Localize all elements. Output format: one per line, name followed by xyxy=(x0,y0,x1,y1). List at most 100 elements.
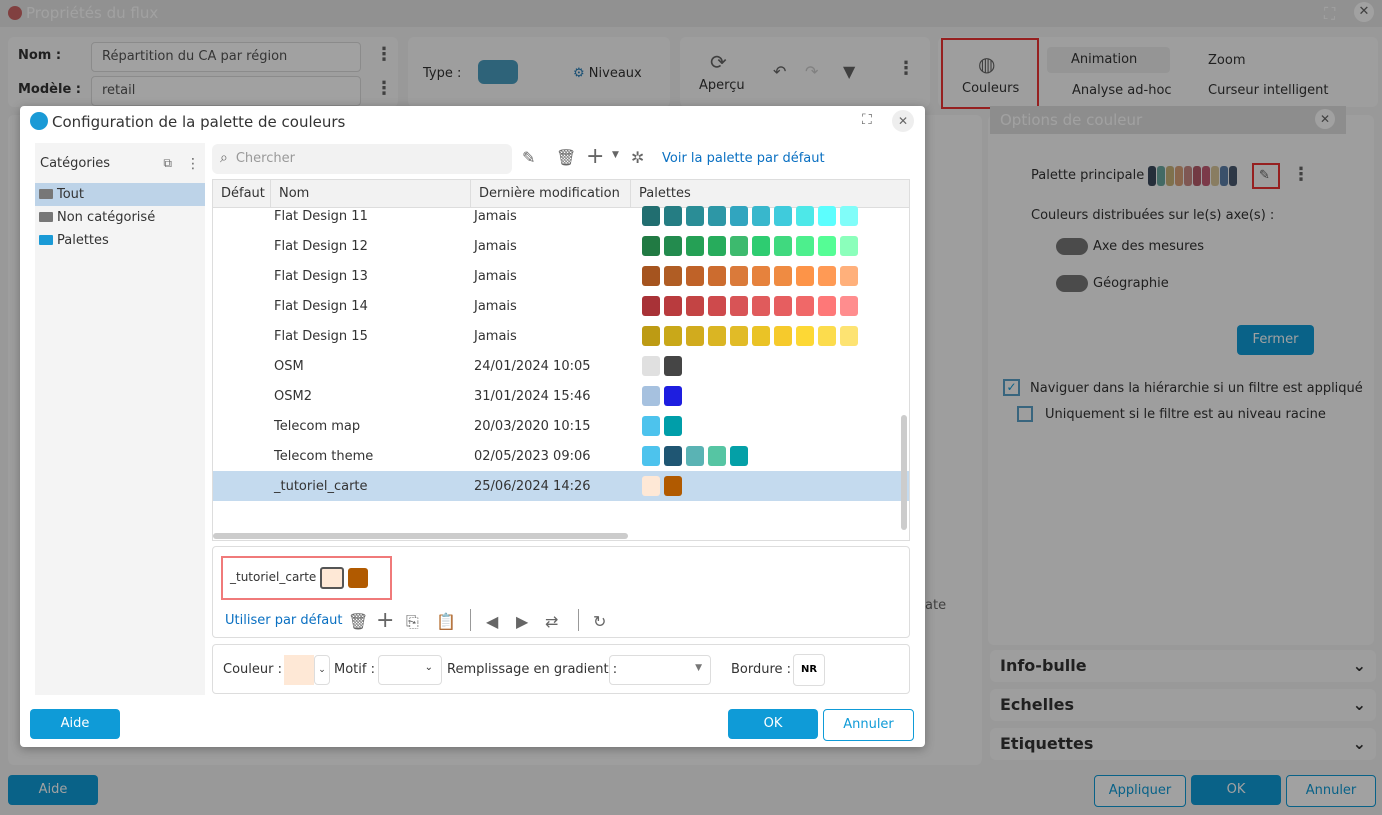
gradient-label: Remplissage en gradient : xyxy=(447,662,618,677)
add-icon[interactable]: + xyxy=(586,144,604,169)
col-modified[interactable]: Dernière modification xyxy=(471,180,631,207)
color-swatch xyxy=(796,266,814,286)
edit-icon[interactable]: ✎ xyxy=(522,148,535,167)
color-swatch xyxy=(664,446,682,466)
color-swatch xyxy=(642,416,660,436)
gradient-select[interactable]: ▼ xyxy=(609,655,711,685)
col-palettes[interactable]: Palettes xyxy=(631,180,699,207)
table-row[interactable]: _tutoriel_carte 25/06/2024 14:26 xyxy=(213,471,909,501)
palette-swatches xyxy=(631,386,686,406)
trash-icon[interactable]: 🗑 xyxy=(348,612,368,631)
table-row[interactable]: Flat Design 15 Jamais xyxy=(213,321,909,351)
trash-icon[interactable]: 🗑 xyxy=(556,148,576,167)
voir-defaut-link[interactable]: Voir la palette par défaut xyxy=(662,151,825,166)
category-tout[interactable]: Tout xyxy=(35,183,205,206)
color-swatch xyxy=(796,326,814,346)
category-non-categorise[interactable]: Non catégorisé xyxy=(35,206,205,229)
color-swatch xyxy=(686,446,704,466)
palette-name: Telecom map xyxy=(274,418,361,434)
table-row[interactable]: OSM 24/01/2024 10:05 xyxy=(213,351,909,381)
palette-swatches xyxy=(631,356,686,376)
swap-icon[interactable]: ⇄ xyxy=(545,612,558,631)
palette-name: Flat Design 12 xyxy=(274,238,368,254)
bordure-button[interactable]: NR xyxy=(793,654,825,686)
editor-swatch[interactable] xyxy=(348,568,368,588)
bordure-label: Bordure : xyxy=(731,662,792,677)
palette-name: Flat Design 11 xyxy=(274,208,368,224)
col-defaut[interactable]: Défaut xyxy=(213,180,271,207)
network-icon[interactable]: ✲ xyxy=(631,148,644,167)
horizontal-scrollbar[interactable] xyxy=(213,533,628,539)
color-swatch xyxy=(840,266,858,286)
search-input[interactable]: ⌕ Chercher xyxy=(212,144,512,174)
table-row[interactable]: Telecom map 20/03/2020 10:15 xyxy=(213,411,909,441)
folder-icon xyxy=(39,235,53,245)
copy-icon[interactable]: ⎘ xyxy=(406,612,419,632)
dialog-title: Configuration de la palette de couleurs xyxy=(52,113,346,131)
utiliser-defaut-link[interactable]: Utiliser par défaut xyxy=(225,613,343,628)
editor-swatch[interactable] xyxy=(320,567,344,589)
palette-name: OSM2 xyxy=(274,388,312,404)
color-swatch xyxy=(730,206,748,226)
color-swatch xyxy=(642,386,660,406)
folder-icon xyxy=(39,189,53,199)
couleur-picker[interactable] xyxy=(284,655,314,685)
motif-select[interactable]: ⌄ xyxy=(378,655,442,685)
color-swatch xyxy=(840,206,858,226)
palette-name: _tutoriel_carte xyxy=(274,478,368,494)
palette-icon xyxy=(30,112,48,130)
close-dialog-icon[interactable]: ✕ xyxy=(892,110,914,132)
folder-icon xyxy=(39,212,53,222)
color-swatch xyxy=(840,326,858,346)
color-swatch xyxy=(708,296,726,316)
color-swatch xyxy=(642,326,660,346)
palette-name: Flat Design 13 xyxy=(274,268,368,284)
color-swatch xyxy=(840,236,858,256)
editor-palette-name: _tutoriel_carte xyxy=(230,570,317,584)
palette-name: OSM xyxy=(274,358,304,374)
palette-modified: 25/06/2024 14:26 xyxy=(474,478,591,494)
color-swatch xyxy=(642,266,660,286)
palette-modified: Jamais xyxy=(474,238,517,254)
color-swatch xyxy=(664,206,682,226)
dialog-ok-button[interactable]: OK xyxy=(728,709,818,739)
table-row[interactable]: Flat Design 13 Jamais xyxy=(213,261,909,291)
dialog-annuler-button[interactable]: Annuler xyxy=(823,709,914,741)
color-swatch xyxy=(730,266,748,286)
paste-icon[interactable]: 📋 xyxy=(436,612,456,631)
move-right-icon[interactable]: ▶ xyxy=(516,612,528,631)
more-icon[interactable]: ⋮ xyxy=(186,156,200,172)
color-swatch xyxy=(796,296,814,316)
palette-config-dialog: Configuration de la palette de couleurs … xyxy=(20,106,925,747)
palette-modified: Jamais xyxy=(474,328,517,344)
add-color-icon[interactable]: + xyxy=(376,608,394,633)
vertical-scrollbar[interactable] xyxy=(901,415,907,530)
color-swatch xyxy=(686,296,704,316)
table-row[interactable]: Flat Design 12 Jamais xyxy=(213,231,909,261)
dialog-aide-button[interactable]: Aide xyxy=(30,709,120,739)
color-swatch xyxy=(708,446,726,466)
color-swatch xyxy=(708,206,726,226)
categories-header: Catégories xyxy=(40,156,111,171)
search-icon: ⌕ xyxy=(220,150,228,166)
palette-editor: _tutoriel_carte Utiliser par défaut 🗑 + … xyxy=(212,546,910,638)
divider xyxy=(578,609,579,631)
table-row[interactable]: Telecom theme 02/05/2023 09:06 xyxy=(213,441,909,471)
color-swatch xyxy=(774,236,792,256)
chevron-down-icon[interactable]: ▼ xyxy=(612,150,619,160)
add-category-icon[interactable]: ⧉ xyxy=(163,156,172,171)
category-palettes[interactable]: Palettes xyxy=(35,229,205,252)
maximize-icon[interactable]: ⛶ xyxy=(862,112,872,128)
color-swatch xyxy=(818,236,836,256)
palette-swatches xyxy=(631,326,862,346)
col-nom[interactable]: Nom xyxy=(271,180,471,207)
color-swatch xyxy=(730,236,748,256)
color-swatch xyxy=(664,476,682,496)
table-row[interactable]: OSM2 31/01/2024 15:46 xyxy=(213,381,909,411)
move-left-icon[interactable]: ◀ xyxy=(486,612,498,631)
color-swatch xyxy=(708,266,726,286)
color-swatch xyxy=(818,296,836,316)
table-row[interactable]: Flat Design 14 Jamais xyxy=(213,291,909,321)
reset-icon[interactable]: ↻ xyxy=(593,612,606,631)
couleur-dropdown[interactable]: ⌄ xyxy=(314,655,330,685)
